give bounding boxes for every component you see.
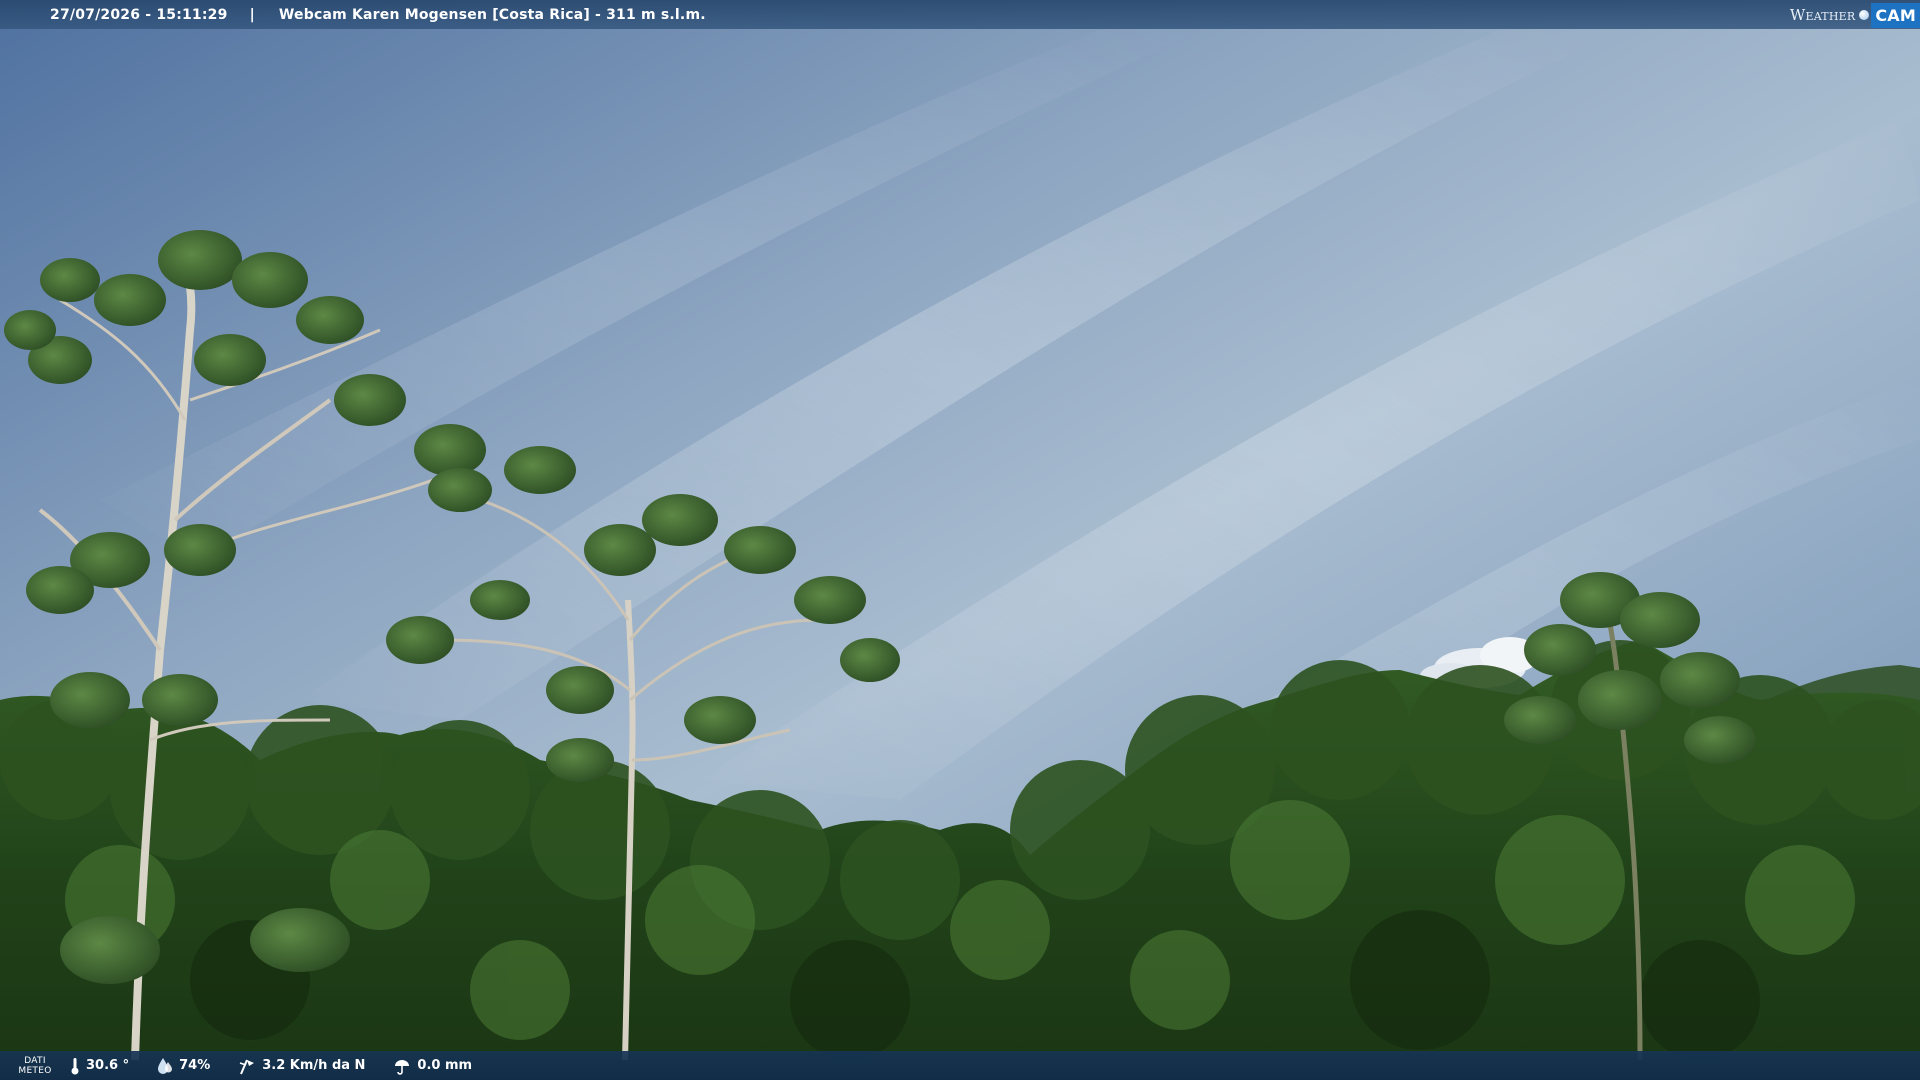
weather-data-label: DATI METEO [0,1056,70,1076]
globe-dot-icon [1859,9,1870,20]
camera-title: Webcam Karen Mogensen [Costa Rica] - 311… [278,6,706,23]
logo-cam-text: CAM [1871,2,1920,28]
rain-icon [395,1059,410,1075]
humidity-value: 74% [179,1058,211,1073]
wind-reading: 3.2 Km/h da N [238,1057,365,1075]
humidity-drop-icon [158,1057,173,1074]
humidity-reading: 74% [157,1057,210,1075]
title-separator: | [249,6,255,23]
wind-icon [239,1059,255,1074]
temperature-reading: 30.6 ° [70,1057,129,1075]
webcam-scene [0,0,1920,1080]
thermometer-icon [71,1057,79,1074]
webcam-frame: 27/07/2026 - 15:11:29 | Webcam Karen Mog… [0,0,1920,1080]
dati-label: DATI [24,1055,46,1066]
wind-value: 3.2 Km/h da N [262,1058,366,1073]
top-info-bar: 27/07/2026 - 15:11:29 | Webcam Karen Mog… [0,0,1920,29]
weather-data-bar: DATI METEO 30.6 ° 74% 3.2 Km/h da N 0.0 … [0,1051,1920,1080]
temperature-value: 30.6 ° [86,1058,130,1073]
rain-value: 0.0 mm [417,1058,473,1073]
logo-weather-text: Weather [1789,5,1856,24]
weathercam-logo: Weather CAM [1790,0,1920,29]
meteo-label: METEO [18,1065,52,1076]
timestamp: 27/07/2026 - 15:11:29 [50,6,228,23]
rain-reading: 0.0 mm [393,1057,472,1075]
